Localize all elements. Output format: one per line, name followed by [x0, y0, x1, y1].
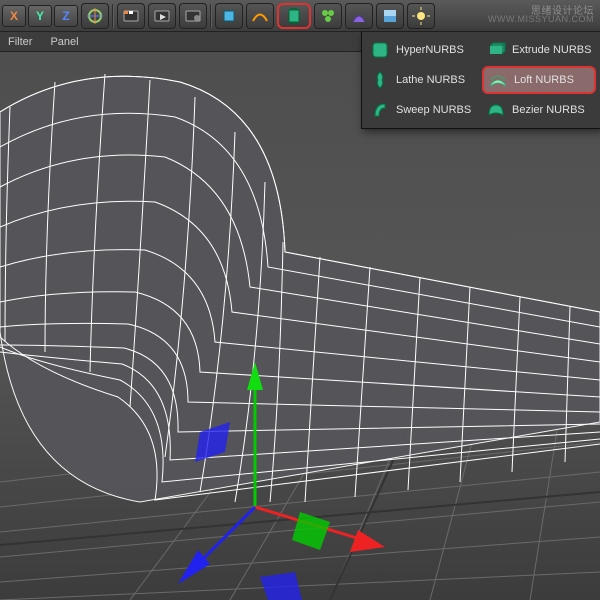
dropdown-loftnurbs[interactable]: Loft NURBS [482, 66, 596, 94]
lathenurbs-icon [370, 70, 390, 90]
dropdown-sweepnurbs[interactable]: Sweep NURBS [366, 96, 480, 124]
nurbs-dropdown: HyperNURBS Extrude NURBS Lathe NURBS Lof… [361, 32, 600, 129]
array-button[interactable] [314, 3, 342, 29]
deformer-button[interactable] [345, 3, 373, 29]
toolbar-separator [210, 4, 212, 28]
render-settings-button[interactable] [179, 3, 207, 29]
dropdown-label: Loft NURBS [514, 74, 574, 86]
sweepnurbs-icon [370, 100, 390, 120]
dropdown-label: Extrude NURBS [512, 44, 591, 56]
dropdown-label: Bezier NURBS [512, 104, 585, 116]
render-view-button[interactable] [117, 3, 145, 29]
dropdown-beziernurbs[interactable]: Bezier NURBS [482, 96, 596, 124]
hypernurbs-icon [370, 40, 390, 60]
beziernurbs-icon [486, 100, 506, 120]
dropdown-lathenurbs[interactable]: Lathe NURBS [366, 66, 480, 94]
loftnurbs-icon [488, 70, 508, 90]
render-region-button[interactable] [148, 3, 176, 29]
menu-panel[interactable]: Panel [50, 36, 78, 48]
coord-system-button[interactable] [81, 3, 109, 29]
watermark-url: WWW.MISSYUAN.COM [488, 14, 594, 24]
wireframe-mesh [0, 52, 600, 600]
toolbar-separator [112, 4, 114, 28]
axis-y-button[interactable]: Y [28, 5, 52, 27]
dropdown-label: Sweep NURBS [396, 104, 471, 116]
nurbs-generator-button[interactable] [277, 3, 311, 29]
axis-group: X Y Z [2, 5, 78, 27]
dropdown-label: Lathe NURBS [396, 74, 465, 86]
dropdown-extrudenurbs[interactable]: Extrude NURBS [482, 36, 596, 64]
environment-button[interactable] [376, 3, 404, 29]
axis-x-button[interactable]: X [2, 5, 26, 27]
axis-z-button[interactable]: Z [54, 5, 78, 27]
light-button[interactable] [407, 3, 435, 29]
dropdown-hypernurbs[interactable]: HyperNURBS [366, 36, 480, 64]
dropdown-label: HyperNURBS [396, 44, 464, 56]
add-spline-button[interactable] [246, 3, 274, 29]
menu-filter[interactable]: Filter [8, 36, 32, 48]
add-primitive-button[interactable] [215, 3, 243, 29]
extrudenurbs-icon [486, 40, 506, 60]
viewport-3d[interactable] [0, 52, 600, 600]
